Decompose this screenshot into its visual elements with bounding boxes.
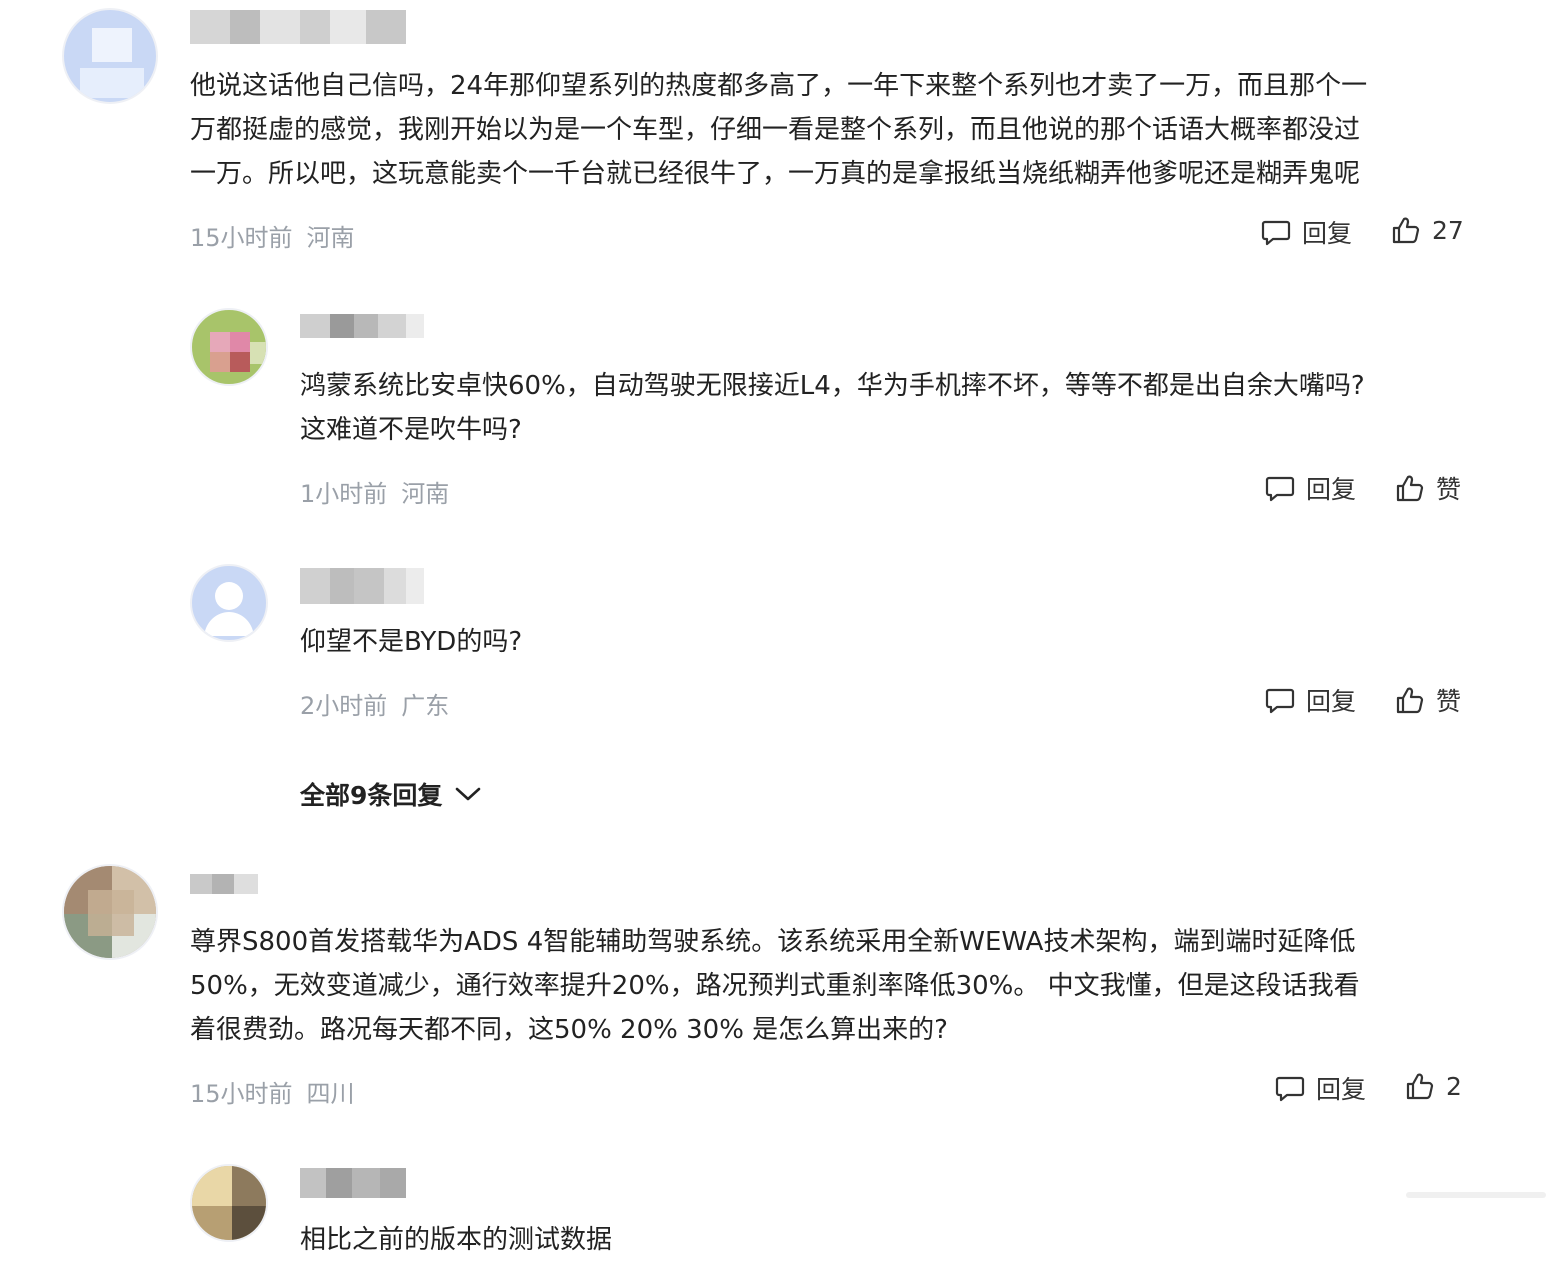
avatar-blur-block [232,1206,266,1240]
reply-label: 回复 [1302,219,1353,248]
avatar-blur-block [92,28,132,62]
like-button[interactable]: 2 [1404,1070,1462,1102]
like-button[interactable]: 赞 [1394,470,1461,506]
like-button[interactable]: 赞 [1394,682,1461,718]
avatar[interactable] [190,564,268,642]
scroll-indicator [1406,1192,1546,1198]
username-blurred[interactable] [300,1168,406,1198]
username-blurred[interactable] [300,568,424,604]
avatar-blur-block [210,352,230,372]
chevron-down-icon [456,787,481,801]
comment-text-line: 一万。所以吧，这玩意能卖个一千台就已经很牛了，一万真的是拿报纸当烧纸糊弄他爹呢还… [190,159,1361,189]
comment-bubble-icon [1265,476,1295,502]
comment-text-line: 50%，无效变道减少，通行效率提升20%，路况预判式重刹率降低30%。 中文我懂… [190,971,1360,1001]
default-avatar-icon [204,582,254,636]
reply-text-line: 相比之前的版本的测试数据 [300,1225,613,1255]
reply-time: 1小时前 [300,480,388,508]
reply-button[interactable]: 回复 [1274,1070,1366,1106]
like-label: 赞 [1436,687,1462,716]
avatar[interactable] [62,8,158,104]
avatar-blur-block [232,1166,266,1206]
reply-button[interactable]: 回复 [1264,470,1356,506]
comment-text-line: 他说这话他自己信吗，24年那仰望系列的热度都多高了，一年下来整个系列也才卖了一万… [190,71,1368,101]
reply-location: 河南 [401,480,450,508]
avatar-blur-block [230,332,250,352]
like-button[interactable]: 27 [1390,214,1464,246]
like-count: 27 [1432,215,1464,245]
comment-meta: 15小时前 四川 [190,1074,355,1109]
thumbs-up-icon [1396,475,1424,502]
thumbs-up-icon [1396,687,1424,714]
expand-replies-label: 全部9条回复 [300,781,443,810]
like-count: 2 [1446,1071,1462,1101]
comment-text-line: 尊界S800首发搭载华为ADS 4智能辅助驾驶系统。该系统采用全新WEWA技术架… [190,927,1356,957]
reply-button[interactable]: 回复 [1260,214,1352,250]
thumbs-up-icon [1406,1073,1434,1100]
reply-meta: 2小时前 广东 [300,686,449,721]
username-blurred[interactable] [190,10,406,44]
avatar-blur-block [192,1206,232,1240]
comment-time: 15小时前 [190,224,293,252]
reply-button[interactable]: 回复 [1264,682,1356,718]
comment-bubble-icon [1265,688,1295,714]
expand-replies-button[interactable]: 全部9条回复 [300,776,482,812]
reply-text-line: 这难道不是吹牛吗? [300,415,522,445]
avatar-blur-block [88,890,134,936]
reply-text-line: 仰望不是BYD的吗? [300,627,523,657]
thumbs-up-icon [1392,217,1420,244]
reply-label: 回复 [1306,687,1357,716]
reply-location: 广东 [401,692,450,720]
avatar-blur-block [192,1166,232,1206]
comment-meta: 15小时前 河南 [190,218,355,253]
comment-bubble-icon [1275,1076,1305,1102]
reply-label: 回复 [1306,475,1357,504]
avatar[interactable] [190,1164,268,1242]
avatar-blur-block [210,332,230,352]
reply-text-line: 鸿蒙系统比安卓快60%，自动驾驶无限接近L4，华为手机摔不坏，等等不都是出自余大… [300,371,1365,401]
comment-bubble-icon [1261,220,1291,246]
reply-time: 2小时前 [300,692,388,720]
comment-text-line: 着很费劲。路况每天都不同，这50% 20% 30% 是怎么算出来的? [190,1015,948,1045]
comment-time: 15小时前 [190,1080,293,1108]
avatar-blur-block [250,342,266,364]
username-blurred[interactable] [300,314,424,338]
avatar[interactable] [62,864,158,960]
comment-location: 四川 [306,1080,355,1108]
username-blurred[interactable] [190,874,258,894]
like-label: 赞 [1436,475,1462,504]
avatar[interactable] [190,308,268,386]
comment-text-line: 万都挺虚的感觉，我刚开始以为是一个车型，仔细一看是整个系列，而且他说的那个话语大… [190,115,1361,145]
avatar-blur-block [230,352,250,372]
comment-location: 河南 [306,224,355,252]
avatar-blur-block [80,68,144,98]
reply-label: 回复 [1316,1075,1367,1104]
reply-meta: 1小时前 河南 [300,474,449,509]
